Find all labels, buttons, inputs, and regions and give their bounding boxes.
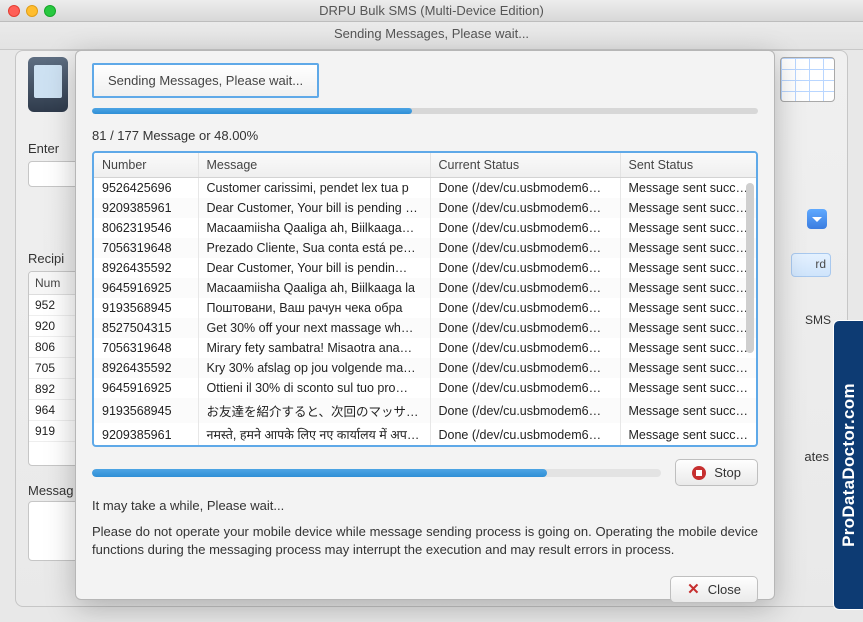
progress-counter: 81 / 177 Message or 48.00% [92, 128, 758, 143]
stop-button[interactable]: Stop [675, 459, 758, 486]
cell-sent: Message sent succ… [620, 338, 758, 358]
cell-number: 7056319648 [94, 338, 198, 358]
table-row[interactable]: 9209385961Dear Customer, Your bill is pe… [94, 198, 758, 218]
message-log-table[interactable]: NumberMessageCurrent StatusSent Status 9… [92, 151, 758, 447]
table-row[interactable]: 9193568945お友達を紹介すると、次回のマッサ…Done (/dev/cu… [94, 398, 758, 423]
cell-status: Done (/dev/cu.usbmodem6… [430, 278, 620, 298]
table-row[interactable]: 9526425696Customer carissimi, pendet lex… [94, 178, 758, 199]
cell-status: Done (/dev/cu.usbmodem6… [430, 298, 620, 318]
cell-number: 9193568945 [94, 398, 198, 423]
table-row[interactable]: 8926435592Kry 30% afslag op jou volgende… [94, 358, 758, 378]
sending-progress-dialog: Sending Messages, Please wait... 81 / 17… [75, 50, 775, 600]
cell-sent: Message sent succ… [620, 298, 758, 318]
column-header[interactable]: Number [94, 153, 198, 178]
cell-sent: Message sent succ… [620, 358, 758, 378]
cell-message: Macaamiisha Qaaliga ah, Biilkaaga la [198, 278, 430, 298]
stop-icon [692, 466, 706, 480]
cell-number: 8926435592 [94, 258, 198, 278]
cell-number: 8527504315 [94, 318, 198, 338]
cell-number: 7056319648 [94, 238, 198, 258]
cell-status: Done (/dev/cu.usbmodem6… [430, 238, 620, 258]
recipients-label: Recipi [28, 251, 64, 266]
window-title: DRPU Bulk SMS (Multi-Device Edition) [0, 3, 863, 18]
warning-text: Please do not operate your mobile device… [92, 523, 758, 558]
cell-status: Done (/dev/cu.usbmodem6… [430, 178, 620, 199]
cell-message: お友達を紹介すると、次回のマッサ… [198, 398, 430, 423]
dropdown-icon[interactable] [807, 209, 827, 229]
cell-message: Kry 30% afslag op jou volgende ma… [198, 358, 430, 378]
cell-sent: Message sent succ… [620, 238, 758, 258]
table-row[interactable]: 7056319648Prezado Cliente, Sua conta est… [94, 238, 758, 258]
table-row[interactable]: 8062319546Macaamiisha Qaaliga ah, Biilka… [94, 218, 758, 238]
cell-message: Prezado Cliente, Sua conta está pe… [198, 238, 430, 258]
cell-message: Dear Customer, Your bill is pendin… [198, 258, 430, 278]
cell-status: Done (/dev/cu.usbmodem6… [430, 218, 620, 238]
cell-status: Done (/dev/cu.usbmodem6… [430, 318, 620, 338]
table-row[interactable]: 7056319648Mirary fety sambatra! Misaotra… [94, 338, 758, 358]
cell-sent: Message sent succ… [620, 398, 758, 423]
cell-status: Done (/dev/cu.usbmodem6… [430, 423, 620, 446]
cell-sent: Message sent succ… [620, 378, 758, 398]
message-label: Messag [28, 483, 74, 498]
phone-icon [28, 57, 68, 112]
progress-bar-top [92, 108, 758, 114]
cell-status: Done (/dev/cu.usbmodem6… [430, 198, 620, 218]
cell-number: 9645916925 [94, 278, 198, 298]
partial-label-ates: ates [804, 449, 829, 464]
column-header[interactable]: Message [198, 153, 430, 178]
table-row[interactable]: 9193568945Поштовани, Ваш рачун чека обра… [94, 298, 758, 318]
enter-label: Enter [28, 141, 59, 156]
cell-status: Done (/dev/cu.usbmodem6… [430, 398, 620, 423]
dialog-header: Sending Messages, Please wait... [92, 63, 319, 98]
cell-sent: Message sent succ… [620, 198, 758, 218]
cell-number: 9193568945 [94, 298, 198, 318]
cell-message: Customer carissimi, pendet lex tua p [198, 178, 430, 199]
column-header[interactable]: Sent Status [620, 153, 758, 178]
cell-sent: Message sent succ… [620, 258, 758, 278]
close-button-label: Close [708, 582, 741, 597]
sms-label: SMS [805, 313, 831, 327]
cell-sent: Message sent succ… [620, 423, 758, 446]
table-row[interactable]: 9645916925Macaamiisha Qaaliga ah, Biilka… [94, 278, 758, 298]
cell-number: 9645916925 [94, 378, 198, 398]
cell-message: नमस्ते, हमने आपके लिए नए कार्यालय में अप… [198, 423, 430, 446]
cell-message: Поштовани, Ваш рачун чека обра [198, 298, 430, 318]
titlebar: DRPU Bulk SMS (Multi-Device Edition) [0, 0, 863, 22]
wait-text: It may take a while, Please wait... [92, 498, 758, 513]
cell-message: Dear Customer, Your bill is pending … [198, 198, 430, 218]
table-row[interactable]: 8926435592Dear Customer, Your bill is pe… [94, 258, 758, 278]
cell-status: Done (/dev/cu.usbmodem6… [430, 358, 620, 378]
partial-button[interactable]: rd [791, 253, 831, 277]
cell-sent: Message sent succ… [620, 178, 758, 199]
cell-number: 9526425696 [94, 178, 198, 199]
cell-sent: Message sent succ… [620, 278, 758, 298]
cell-sent: Message sent succ… [620, 218, 758, 238]
cell-number: 8926435592 [94, 358, 198, 378]
cell-status: Done (/dev/cu.usbmodem6… [430, 338, 620, 358]
brand-side-tab-label: ProDataDoctor.com [839, 383, 859, 547]
calendar-icon [780, 57, 835, 102]
cell-message: Mirary fety sambatra! Misaotra ana… [198, 338, 430, 358]
cell-sent: Message sent succ… [620, 318, 758, 338]
cell-message: Macaamiisha Qaaliga ah, Biilkaaga… [198, 218, 430, 238]
close-button[interactable]: ✕ Close [670, 576, 758, 603]
window-subtitle: Sending Messages, Please wait... [0, 22, 863, 50]
close-icon: ✕ [687, 582, 700, 597]
brand-side-tab[interactable]: ProDataDoctor.com [833, 320, 863, 610]
cell-message: Ottieni il 30% di sconto sul tuo pro… [198, 378, 430, 398]
stop-button-label: Stop [714, 465, 741, 480]
table-row[interactable]: 9645916925Ottieni il 30% di sconto sul t… [94, 378, 758, 398]
cell-number: 9209385961 [94, 423, 198, 446]
table-row[interactable]: 8527504315Get 30% off your next massage … [94, 318, 758, 338]
progress-bar-bottom [92, 469, 661, 477]
table-row[interactable]: 9209385961नमस्ते, हमने आपके लिए नए कार्य… [94, 423, 758, 446]
cell-message: Get 30% off your next massage wh… [198, 318, 430, 338]
cell-status: Done (/dev/cu.usbmodem6… [430, 258, 620, 278]
column-header[interactable]: Current Status [430, 153, 620, 178]
cell-number: 9209385961 [94, 198, 198, 218]
cell-status: Done (/dev/cu.usbmodem6… [430, 378, 620, 398]
scrollbar-thumb[interactable] [746, 183, 754, 353]
cell-number: 8062319546 [94, 218, 198, 238]
